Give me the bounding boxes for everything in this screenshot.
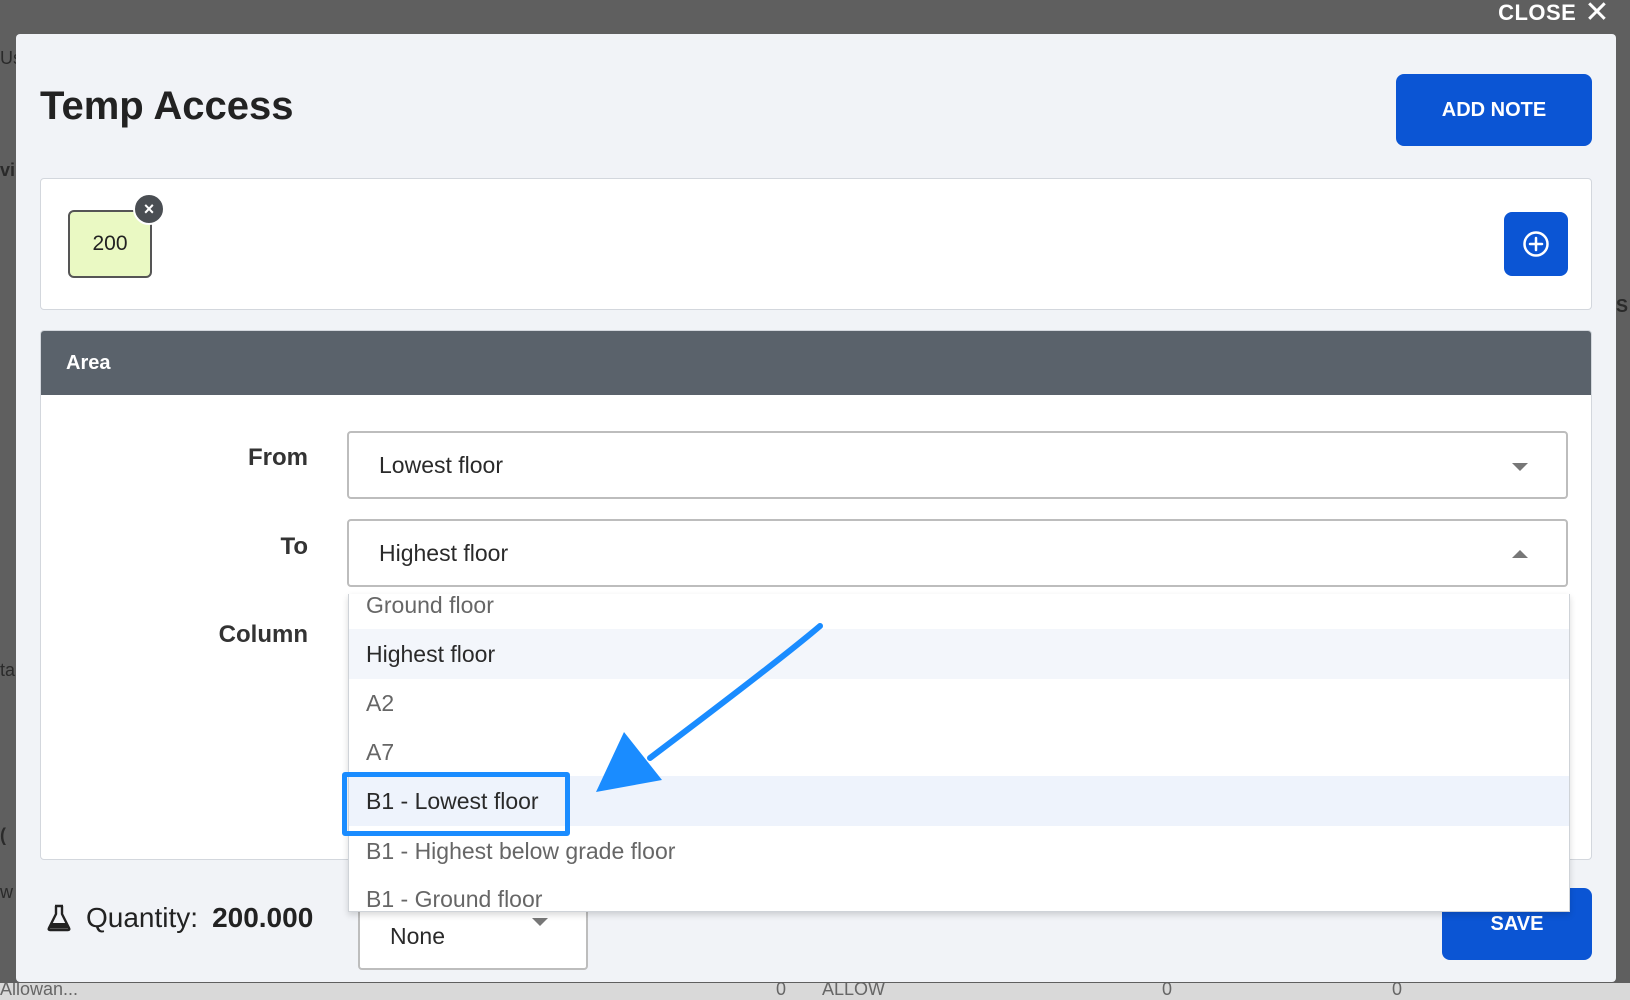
to-select-value: Highest floor	[379, 539, 509, 566]
plus-circle-icon	[1523, 231, 1549, 257]
to-select-dropdown[interactable]: Ground floor Highest floor A2 A7 B1 - Lo…	[348, 594, 1570, 912]
column-label: Column	[218, 621, 308, 648]
from-select-value: Lowest floor	[379, 451, 504, 478]
quantity-label: Quantity:	[86, 902, 199, 933]
background-text: vi	[0, 160, 16, 180]
background-text: (	[0, 825, 6, 845]
dropdown-option[interactable]: A7	[349, 727, 1569, 777]
background-text: 0	[1162, 983, 1173, 999]
dropdown-option-selected[interactable]: Highest floor	[349, 629, 1569, 679]
close-button[interactable]: CLOSE ✕	[1498, 0, 1610, 29]
to-select[interactable]: Highest floor	[347, 519, 1568, 587]
quantity-display: Quantity: 200.000	[46, 902, 313, 934]
modal-title: Temp Access	[40, 84, 294, 128]
caret-down-icon	[1512, 463, 1528, 471]
background-text: Allowan...	[0, 983, 79, 999]
flask-icon	[47, 904, 71, 932]
column-select-value: None	[390, 922, 445, 949]
close-x-icon: ✕	[1584, 0, 1610, 29]
dropdown-option-highlighted[interactable]: B1 - Lowest floor	[349, 776, 1569, 826]
caret-up-icon	[1512, 550, 1528, 558]
dropdown-option[interactable]: B1 - Highest below grade floor	[349, 826, 1569, 876]
background-text: 0	[1392, 983, 1403, 999]
add-button[interactable]	[1504, 212, 1568, 276]
background-text: ALLOW	[822, 983, 886, 999]
chip-remove-icon[interactable]: ×	[133, 193, 165, 225]
add-note-button[interactable]: ADD NOTE	[1396, 74, 1592, 146]
close-label: CLOSE	[1498, 0, 1577, 25]
dropdown-option[interactable]: Ground floor	[349, 594, 1569, 630]
background-text: w	[0, 882, 13, 902]
dropdown-option[interactable]: B1 - Ground floor	[349, 874, 1569, 912]
quantity-value: 200.000	[212, 902, 314, 933]
caret-down-icon	[532, 918, 548, 926]
dropdown-option[interactable]: A2	[349, 678, 1569, 728]
from-label: From	[248, 444, 308, 471]
background-table-row: Allowan... 0 ALLOW 0 0	[0, 983, 1630, 1000]
background-text: Us	[0, 48, 16, 68]
from-select[interactable]: Lowest floor	[347, 431, 1568, 499]
area-header: Area	[41, 331, 1591, 395]
background-text: 0	[776, 983, 787, 999]
background-text: S	[1616, 296, 1629, 316]
tag-card: 200 ×	[40, 178, 1592, 310]
to-label: To	[280, 533, 308, 560]
background-text: ta	[0, 660, 16, 680]
